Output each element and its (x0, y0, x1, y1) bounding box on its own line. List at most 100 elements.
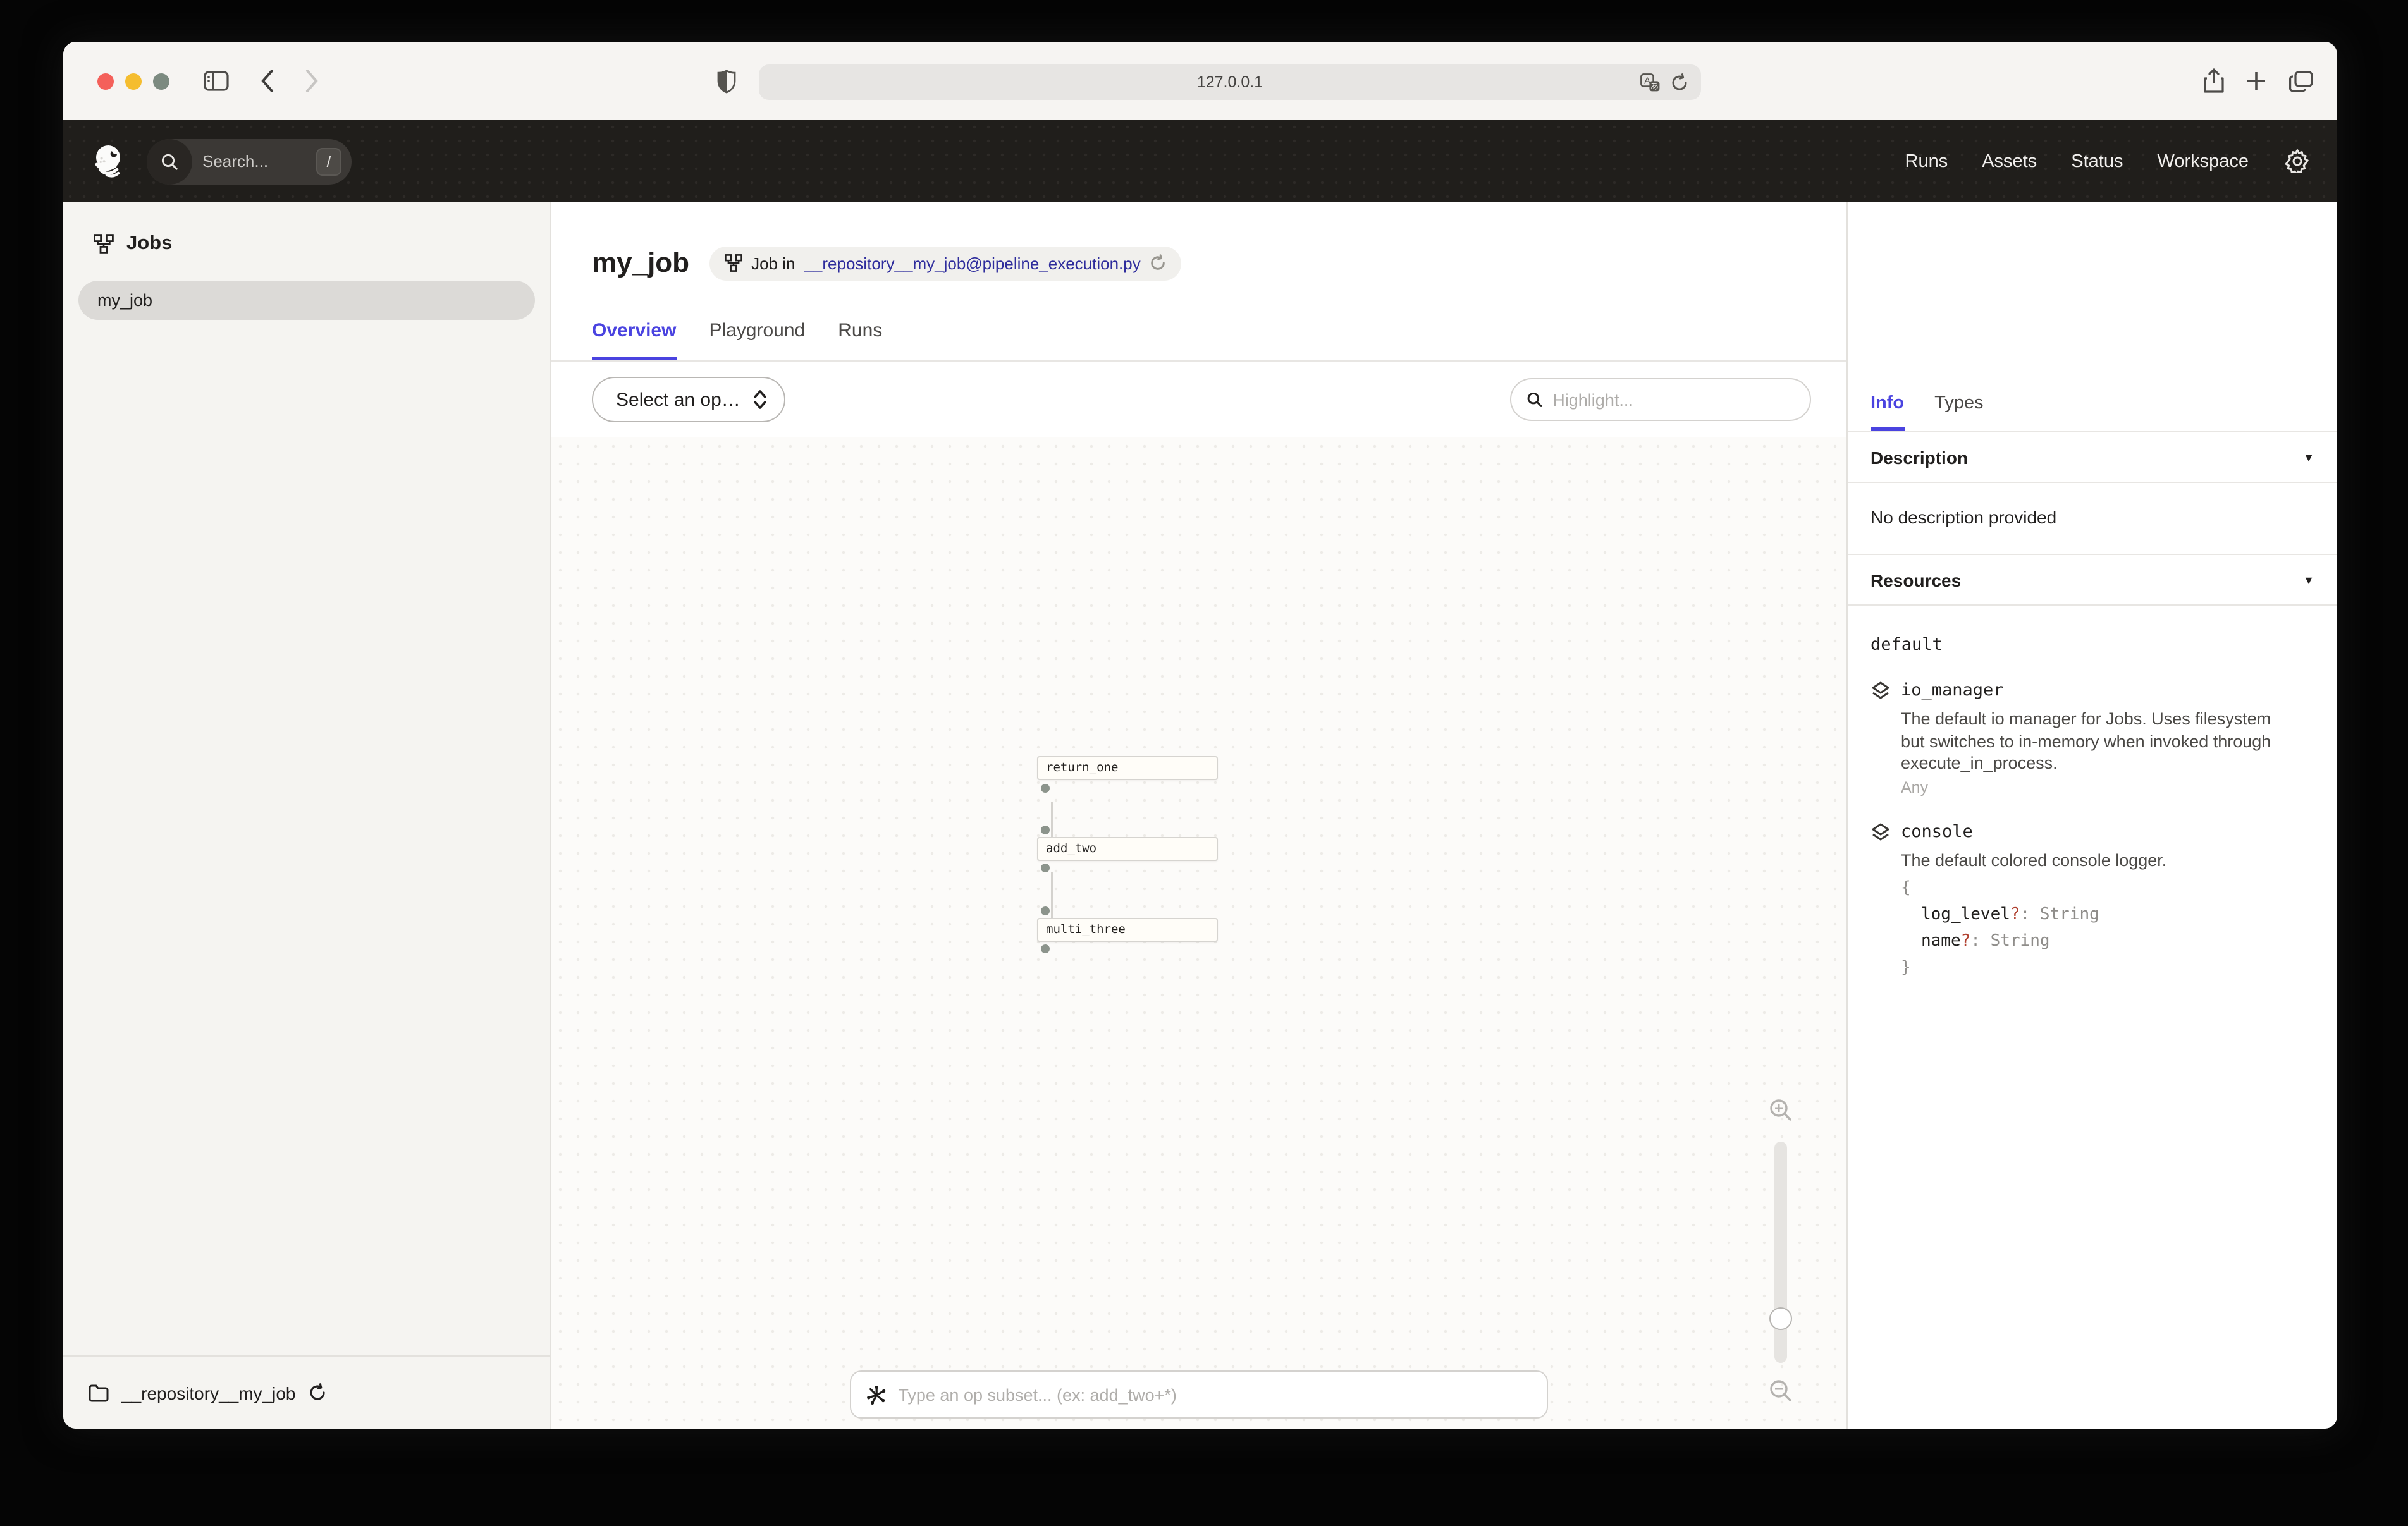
op-input-handle (1041, 826, 1050, 834)
chevron-down-icon: ▼ (2303, 573, 2314, 586)
job-header: my_job Job in __repository__my_job@pipel… (551, 202, 1846, 298)
zoom-in-icon[interactable] (1769, 1099, 1792, 1121)
browser-chrome: 127.0.0.1 Aあ (63, 42, 2337, 120)
resource-type: Any (1901, 778, 2314, 796)
op-subset-bar[interactable] (850, 1370, 1548, 1419)
screenshot-stage: 127.0.0.1 Aあ (0, 0, 2408, 1526)
panel-tabs: Info Types (1848, 202, 2337, 432)
zoom-out-icon[interactable] (1769, 1379, 1792, 1402)
resources-body: default io_manager The default io manage… (1848, 606, 2337, 981)
config-schema: { log_level?: String name?: String } (1901, 875, 2314, 981)
sidebar-item-my-job[interactable]: my_job (78, 281, 535, 320)
resources-section-header[interactable]: Resources ▼ (1848, 555, 2337, 606)
search-icon (147, 138, 192, 184)
window-controls[interactable] (97, 73, 169, 90)
search-icon (1526, 391, 1542, 408)
schema-open-brace: { (1901, 875, 2314, 901)
op-graph-canvas[interactable]: return_one add_two multi_three (551, 437, 1846, 1429)
nav-runs[interactable]: Runs (1905, 151, 1948, 171)
select-op-dropdown[interactable]: Select an op… (592, 377, 786, 422)
tab-overview-icon[interactable] (2284, 42, 2317, 120)
repository-name: __repository__my_job (121, 1383, 296, 1403)
new-tab-icon[interactable] (2241, 42, 2271, 120)
global-search[interactable]: Search... / (147, 138, 352, 184)
job-origin-badge: Job in __repository__my_job@pipeline_exe… (710, 246, 1181, 280)
schema-field-name: name?: String (1901, 928, 2314, 955)
badge-reload-icon[interactable] (1150, 254, 1166, 272)
op-output-handle (1041, 784, 1050, 793)
close-window-button[interactable] (97, 73, 114, 90)
graph-edge (1051, 802, 1053, 837)
search-placeholder: Search... (202, 152, 316, 171)
resource-name: io_manager (1901, 680, 2004, 700)
description-empty-text: No description provided (1848, 483, 2337, 555)
description-title: Description (1870, 447, 1968, 467)
job-tabs: Overview Playground Runs (551, 298, 1846, 362)
main-content: my_job Job in __repository__my_job@pipel… (551, 202, 1846, 1429)
folder-icon (89, 1384, 109, 1401)
repository-file-link[interactable]: __repository__my_job@pipeline_execution.… (804, 253, 1140, 272)
nav-assets[interactable]: Assets (1982, 151, 2037, 171)
share-icon[interactable] (2198, 42, 2228, 120)
resource-description: The default colored console logger. (1901, 849, 2280, 871)
panel-tab-info[interactable]: Info (1870, 393, 1904, 431)
layers-icon (1870, 822, 1891, 840)
op-node-multi-three[interactable]: multi_three (1037, 918, 1218, 942)
op-output-handle (1041, 944, 1050, 953)
reload-icon[interactable] (1671, 73, 1688, 92)
tab-playground[interactable]: Playground (709, 320, 805, 360)
sidebar-header: Jobs (63, 202, 550, 273)
op-selector-icon (866, 1384, 887, 1405)
panel-tab-types[interactable]: Types (1934, 393, 1983, 431)
resource-console: console The default colored console logg… (1870, 821, 2314, 981)
translate-icon[interactable]: Aあ (1640, 73, 1661, 92)
reload-repository-icon[interactable] (309, 1383, 326, 1402)
op-node-return-one[interactable]: return_one (1037, 756, 1218, 780)
browser-sidebar-toggle-icon[interactable] (200, 42, 233, 120)
dagster-header: Search... / Runs Assets Status Workspace (63, 120, 2337, 202)
nav-status[interactable]: Status (2071, 151, 2123, 171)
dagster-logo[interactable] (91, 143, 128, 180)
privacy-shield-icon[interactable] (711, 42, 741, 120)
layers-icon (1870, 681, 1891, 699)
tab-runs[interactable]: Runs (838, 320, 882, 360)
graph-toolbar: Select an op… (551, 362, 1846, 437)
job-icon (725, 254, 742, 272)
op-node-add-two[interactable]: add_two (1037, 837, 1218, 861)
nav-workspace[interactable]: Workspace (2157, 151, 2249, 171)
badge-prefix: Job in (751, 253, 795, 272)
job-graph-icon (94, 234, 114, 254)
browser-forward-button[interactable] (297, 42, 325, 120)
address-bar[interactable]: 127.0.0.1 Aあ (759, 64, 1701, 100)
graph-edge (1051, 872, 1053, 918)
browser-back-button[interactable] (253, 42, 281, 120)
op-input-handle (1041, 906, 1050, 915)
zoom-window-button[interactable] (153, 73, 169, 90)
schema-close-brace: } (1901, 955, 2314, 981)
schema-field-log-level: log_level?: String (1901, 901, 2314, 928)
url-text: 127.0.0.1 (1197, 73, 1263, 91)
resource-description: The default io manager for Jobs. Uses fi… (1901, 708, 2280, 774)
repository-footer[interactable]: __repository__my_job (63, 1355, 550, 1429)
search-shortcut-key: / (316, 147, 341, 175)
resource-name: console (1901, 821, 1973, 841)
resource-io-manager: io_manager The default io manager for Jo… (1870, 680, 2314, 796)
highlight-input[interactable] (1552, 390, 1795, 409)
select-op-label: Select an op… (616, 389, 740, 410)
app-body: Jobs my_job __repository__my_job my_job … (63, 202, 2337, 1429)
description-section-header[interactable]: Description ▼ (1848, 432, 2337, 483)
page-title: my_job (592, 247, 689, 279)
resources-title: Resources (1870, 570, 1961, 590)
op-output-handle (1041, 864, 1050, 872)
sidebar-title: Jobs (126, 233, 172, 255)
tab-overview[interactable]: Overview (592, 320, 676, 360)
minimize-window-button[interactable] (125, 73, 142, 90)
op-subset-input[interactable] (898, 1385, 1532, 1404)
jobs-sidebar: Jobs my_job __repository__my_job (63, 202, 551, 1429)
settings-gear-icon[interactable] (2285, 149, 2309, 173)
top-navigation: Runs Assets Status Workspace (1905, 149, 2310, 173)
svg-text:あ: あ (1650, 81, 1659, 90)
chevron-updown-icon (754, 389, 767, 410)
zoom-slider-handle[interactable] (1769, 1307, 1792, 1330)
highlight-search[interactable] (1510, 378, 1811, 421)
